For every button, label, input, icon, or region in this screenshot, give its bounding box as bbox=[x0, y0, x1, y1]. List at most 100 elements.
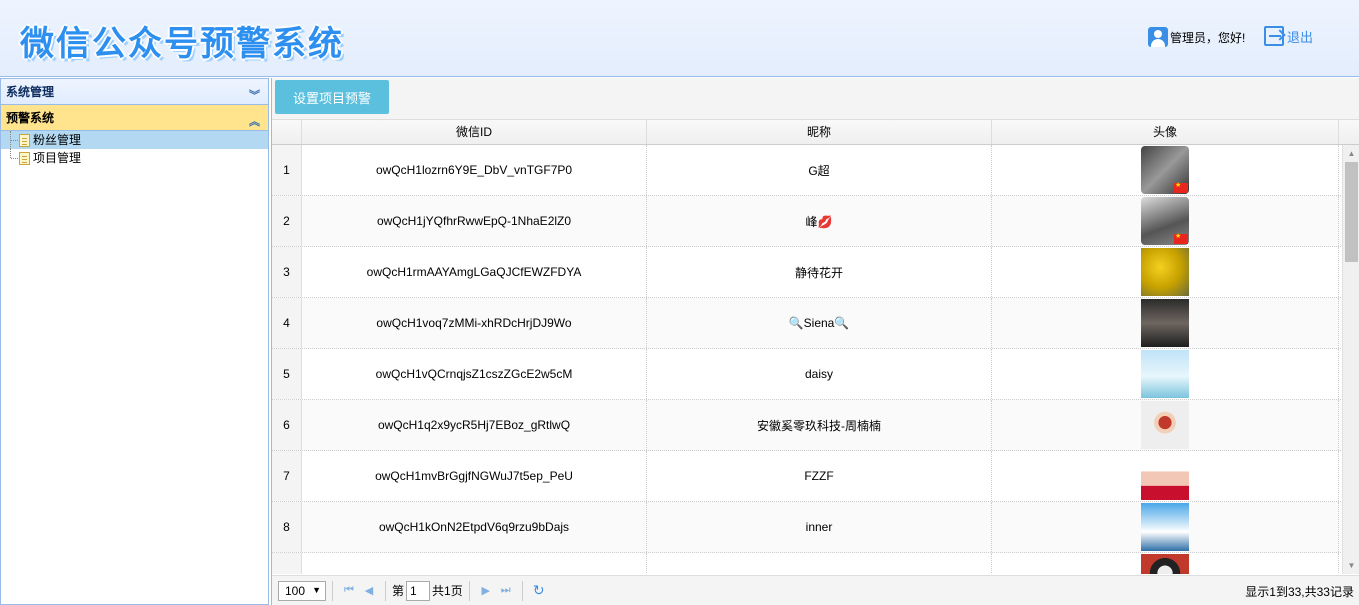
separator bbox=[521, 580, 523, 601]
cell-wechat-id: owQcH1jYQfhrRwwEpQ-1NhaE2lZ0 bbox=[302, 196, 647, 246]
sidebar-item-projects[interactable]: 项目管理 bbox=[1, 149, 268, 167]
vertical-scrollbar[interactable]: ▲ ▼ bbox=[1342, 145, 1359, 574]
cell-wechat-id: owQcH1rmAAYAmgLGaQJCfEWZFDYA bbox=[302, 247, 647, 297]
header-pad bbox=[1339, 120, 1359, 144]
sidebar-section-alert[interactable]: 预警系统 ︽ bbox=[1, 105, 268, 131]
cell-avatar bbox=[992, 553, 1339, 574]
cell-wechat-id: owQcH1q2x9ycR5Hj7EBoz_gRtlwQ bbox=[302, 400, 647, 450]
avatar bbox=[1141, 554, 1189, 574]
cell-avatar bbox=[992, 247, 1339, 297]
cell-wechat-id: owQcH1mvBrGgjfNGWuJ7t5ep_PeU bbox=[302, 451, 647, 501]
tree-line-h bbox=[11, 158, 18, 159]
user-icon bbox=[1148, 27, 1168, 47]
app-header: 微信公众号预警系统 管理员，您好! 退出 bbox=[0, 0, 1359, 77]
logout-icon bbox=[1264, 26, 1284, 46]
header-nickname[interactable]: 昵称 bbox=[647, 120, 992, 144]
user-greeting: 管理员，您好! bbox=[1148, 27, 1245, 47]
row-number: 1 bbox=[272, 145, 302, 195]
flag-icon bbox=[1174, 232, 1188, 244]
cell-avatar bbox=[992, 451, 1339, 501]
row-number: 7 bbox=[272, 451, 302, 501]
prev-page-icon[interactable]: ◀ bbox=[359, 581, 379, 601]
sidebar-item-fans[interactable]: 粉丝管理 bbox=[1, 131, 268, 149]
row-number: 8 bbox=[272, 502, 302, 552]
row-number bbox=[272, 553, 302, 574]
table-row[interactable]: 5 owQcH1vQCrnqjsZ1cszZGcE2w5cM daisy bbox=[272, 349, 1359, 400]
tree-line-h bbox=[11, 140, 18, 141]
cell-wechat-id: owQcH1lozrn6Y9E_DbV_vnTGF7P0 bbox=[302, 145, 647, 195]
row-number: 3 bbox=[272, 247, 302, 297]
cell-avatar bbox=[992, 145, 1339, 195]
cell-wechat-id: owQcH1kOnN2EtpdV6q9rzu9bDajs bbox=[302, 502, 647, 552]
header-wechat-id[interactable]: 微信ID bbox=[302, 120, 647, 144]
cell-avatar bbox=[992, 349, 1339, 399]
table-row[interactable]: 8 owQcH1kOnN2EtpdV6q9rzu9bDajs inner bbox=[272, 502, 1359, 553]
next-page-icon[interactable]: ▶ bbox=[476, 581, 496, 601]
cell-nickname: inner bbox=[647, 502, 992, 552]
avatar bbox=[1141, 503, 1189, 551]
cell-nickname: daisy bbox=[647, 349, 992, 399]
table-row-partial[interactable] bbox=[272, 553, 1359, 574]
cell-wechat-id: owQcH1vQCrnqjsZ1cszZGcE2w5cM bbox=[302, 349, 647, 399]
avatar bbox=[1141, 350, 1189, 398]
scroll-up-arrow-icon[interactable]: ▲ bbox=[1343, 145, 1359, 162]
first-page-icon[interactable]: ⏮ bbox=[339, 581, 359, 601]
logout-button[interactable]: 退出 bbox=[1264, 26, 1313, 46]
page-prefix: 第 bbox=[392, 584, 405, 598]
refresh-icon[interactable]: ↻ bbox=[529, 581, 549, 601]
sidebar: 系统管理 ︾ 预警系统 ︽ 粉丝管理 项目管理 bbox=[0, 78, 269, 605]
table-row[interactable]: 2 owQcH1jYQfhrRwwEpQ-1NhaE2lZ0 峰💋 bbox=[272, 196, 1359, 247]
cell-wechat-id: owQcH1voq7zMMi-xhRDcHrjDJ9Wo bbox=[302, 298, 647, 348]
table-row[interactable]: 7 owQcH1mvBrGgjfNGWuJ7t5ep_PeU FZZF bbox=[272, 451, 1359, 502]
table-row[interactable]: 4 owQcH1voq7zMMi-xhRDcHrjDJ9Wo 🔍Siena🔍 bbox=[272, 298, 1359, 349]
cell-avatar bbox=[992, 400, 1339, 450]
sidebar-item-label: 项目管理 bbox=[33, 151, 82, 165]
cell-nickname: 安徽奚零玖科技-周楠楠 bbox=[647, 400, 992, 450]
toolbar: 设置项目预警 bbox=[272, 78, 1359, 120]
file-icon bbox=[19, 133, 30, 147]
last-page-icon[interactable]: ⏭ bbox=[496, 581, 516, 601]
table-row[interactable]: 1 owQcH1lozrn6Y9E_DbV_vnTGF7P0 G超 bbox=[272, 145, 1359, 196]
scroll-thumb[interactable] bbox=[1345, 162, 1358, 262]
avatar bbox=[1141, 299, 1189, 347]
cell-avatar bbox=[992, 196, 1339, 246]
header-rownum bbox=[272, 120, 302, 144]
section-label: 系统管理 bbox=[6, 85, 55, 99]
row-number: 5 bbox=[272, 349, 302, 399]
header-avatar[interactable]: 头像 bbox=[992, 120, 1339, 144]
cell-nickname: G超 bbox=[647, 145, 992, 195]
cell-wechat-id bbox=[302, 553, 647, 574]
cell-nickname: 峰💋 bbox=[647, 196, 992, 246]
sidebar-item-label: 粉丝管理 bbox=[33, 133, 82, 147]
main-panel: 设置项目预警 微信ID 昵称 头像 1 owQcH1lozrn6Y9E_DbV_… bbox=[271, 78, 1359, 605]
avatar bbox=[1141, 248, 1189, 296]
avatar bbox=[1141, 401, 1189, 449]
separator bbox=[385, 580, 386, 601]
greeting-text: 管理员，您好! bbox=[1170, 30, 1246, 45]
avatar bbox=[1141, 197, 1189, 245]
scroll-down-arrow-icon[interactable]: ▼ bbox=[1343, 557, 1359, 574]
pager-info: 显示1到33,共33记录 bbox=[1245, 585, 1354, 599]
cell-nickname: FZZF bbox=[647, 451, 992, 501]
row-number: 6 bbox=[272, 400, 302, 450]
grid-header: 微信ID 昵称 头像 bbox=[272, 120, 1359, 145]
separator bbox=[468, 580, 470, 601]
logout-label: 退出 bbox=[1287, 29, 1314, 45]
grid-body: 1 owQcH1lozrn6Y9E_DbV_vnTGF7P0 G超 2 owQc… bbox=[272, 145, 1359, 574]
table-row[interactable]: 6 owQcH1q2x9ycR5Hj7EBoz_gRtlwQ 安徽奚零玖科技-周… bbox=[272, 400, 1359, 451]
section-label: 预警系统 bbox=[6, 111, 55, 125]
row-number: 2 bbox=[272, 196, 302, 246]
page-total: 共1页 bbox=[432, 584, 463, 598]
cell-avatar bbox=[992, 502, 1339, 552]
cell-avatar bbox=[992, 298, 1339, 348]
set-project-alert-button[interactable]: 设置项目预警 bbox=[275, 80, 389, 114]
page-size-select[interactable]: 100 bbox=[278, 580, 326, 601]
table-row[interactable]: 3 owQcH1rmAAYAmgLGaQJCfEWZFDYA 静待花开 bbox=[272, 247, 1359, 298]
flag-icon bbox=[1174, 181, 1188, 193]
row-number: 4 bbox=[272, 298, 302, 348]
page-number-input[interactable]: 1 bbox=[406, 580, 431, 601]
cell-nickname: 静待花开 bbox=[647, 247, 992, 297]
pagination-bar: 100 ⏮ ◀ 第 1 共1页 ▶ ⏭ ↻ 显示1到33,共33记录 bbox=[272, 575, 1359, 605]
separator bbox=[332, 580, 333, 601]
sidebar-section-system[interactable]: 系统管理 ︾ bbox=[1, 79, 268, 105]
